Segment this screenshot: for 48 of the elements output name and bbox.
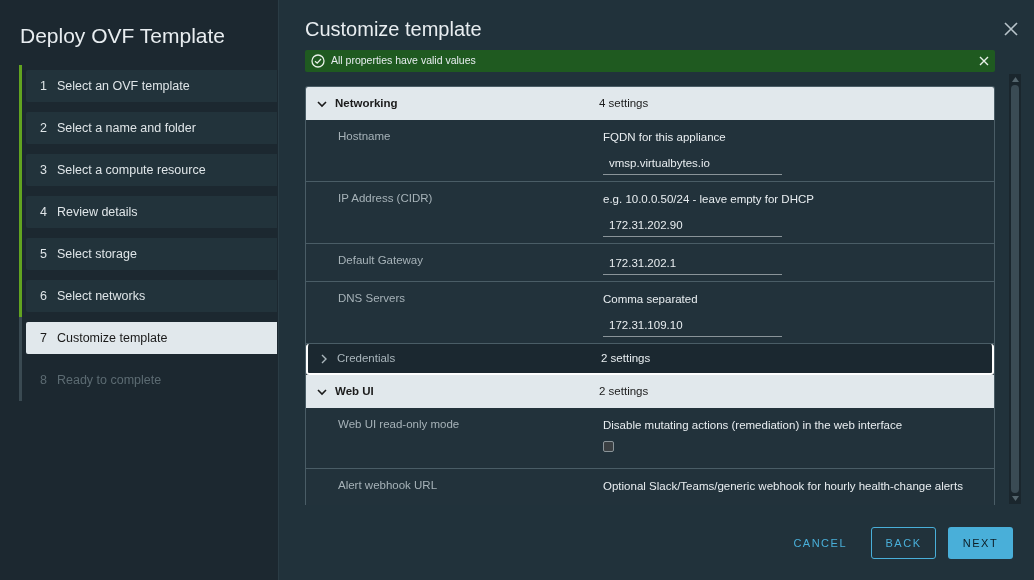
text-field[interactable]: 172.31.202.1 xyxy=(603,251,782,275)
scroll-thumb[interactable] xyxy=(1011,85,1019,493)
property-description: Disable mutating actions (remediation) in the web interface xyxy=(603,418,904,433)
property-description: e.g. 10.0.0.50/24 - leave empty for DHCP xyxy=(603,192,815,207)
wizard-step[interactable]: 2 Select a name and folder xyxy=(26,112,277,144)
property-label: IP Address (CIDR) xyxy=(337,191,434,206)
wizard-step[interactable]: 6 Select networks xyxy=(26,280,277,312)
property-label: Hostname xyxy=(337,129,392,144)
back-button[interactable]: BACK xyxy=(871,527,936,559)
property-label: Default Gateway xyxy=(337,253,424,268)
settings-count: 2 settings xyxy=(599,383,649,399)
property-label: Alert webhook URL xyxy=(337,478,439,493)
scroll-down-icon[interactable] xyxy=(1011,496,1019,501)
group-name: Web UI xyxy=(335,383,375,399)
wizard-step[interactable]: 5 Select storage xyxy=(26,238,277,270)
wizard-step[interactable]: 4 Review details xyxy=(26,196,277,228)
wizard-step: 8 Ready to complete xyxy=(26,364,277,396)
chevron-right-icon xyxy=(319,353,329,364)
property-description: FQDN for this appliance xyxy=(603,130,727,145)
group-header[interactable]: Credentials 2 settings xyxy=(306,344,994,375)
scrollbar[interactable] xyxy=(1009,74,1021,504)
settings-count: 2 settings xyxy=(601,350,651,366)
next-button[interactable]: NEXT xyxy=(948,527,1013,559)
group-name: Networking xyxy=(335,95,399,111)
wizard-step[interactable]: 3 Select a compute resource xyxy=(26,154,277,186)
check-circle-icon xyxy=(311,54,325,68)
text-field[interactable]: 172.31.109.10 xyxy=(603,313,782,337)
cancel-button[interactable]: CANCEL xyxy=(781,527,859,559)
wizard-step[interactable]: 1 Select an OVF template xyxy=(26,70,277,102)
text-field[interactable]: vmsp.virtualbytes.io xyxy=(603,151,782,175)
property-description: Comma separated xyxy=(603,292,699,307)
settings-count: 4 settings xyxy=(599,95,649,111)
property-label: DNS Servers xyxy=(337,291,407,306)
text-field[interactable]: 172.31.202.90 xyxy=(603,213,782,237)
property-description: Optional Slack/Teams/generic webhook for hourly health-change alerts xyxy=(603,479,964,494)
close-icon[interactable] xyxy=(1004,22,1018,36)
alert-message: All properties have valid values xyxy=(331,53,477,69)
wizard-step[interactable]: 7 Customize template xyxy=(26,322,277,354)
chevron-down-icon xyxy=(317,98,327,109)
group-name: Credentials xyxy=(337,350,397,366)
scroll-up-icon[interactable] xyxy=(1011,77,1019,82)
wizard-title: Deploy OVF Template xyxy=(19,23,227,49)
checkbox[interactable] xyxy=(603,441,614,452)
group-header[interactable]: Web UI 2 settings xyxy=(306,375,994,408)
chevron-down-icon xyxy=(317,386,327,397)
property-label: Web UI read-only mode xyxy=(337,417,461,432)
group-header[interactable]: Networking 4 settings xyxy=(306,87,994,120)
page-title: Customize template xyxy=(305,17,482,42)
